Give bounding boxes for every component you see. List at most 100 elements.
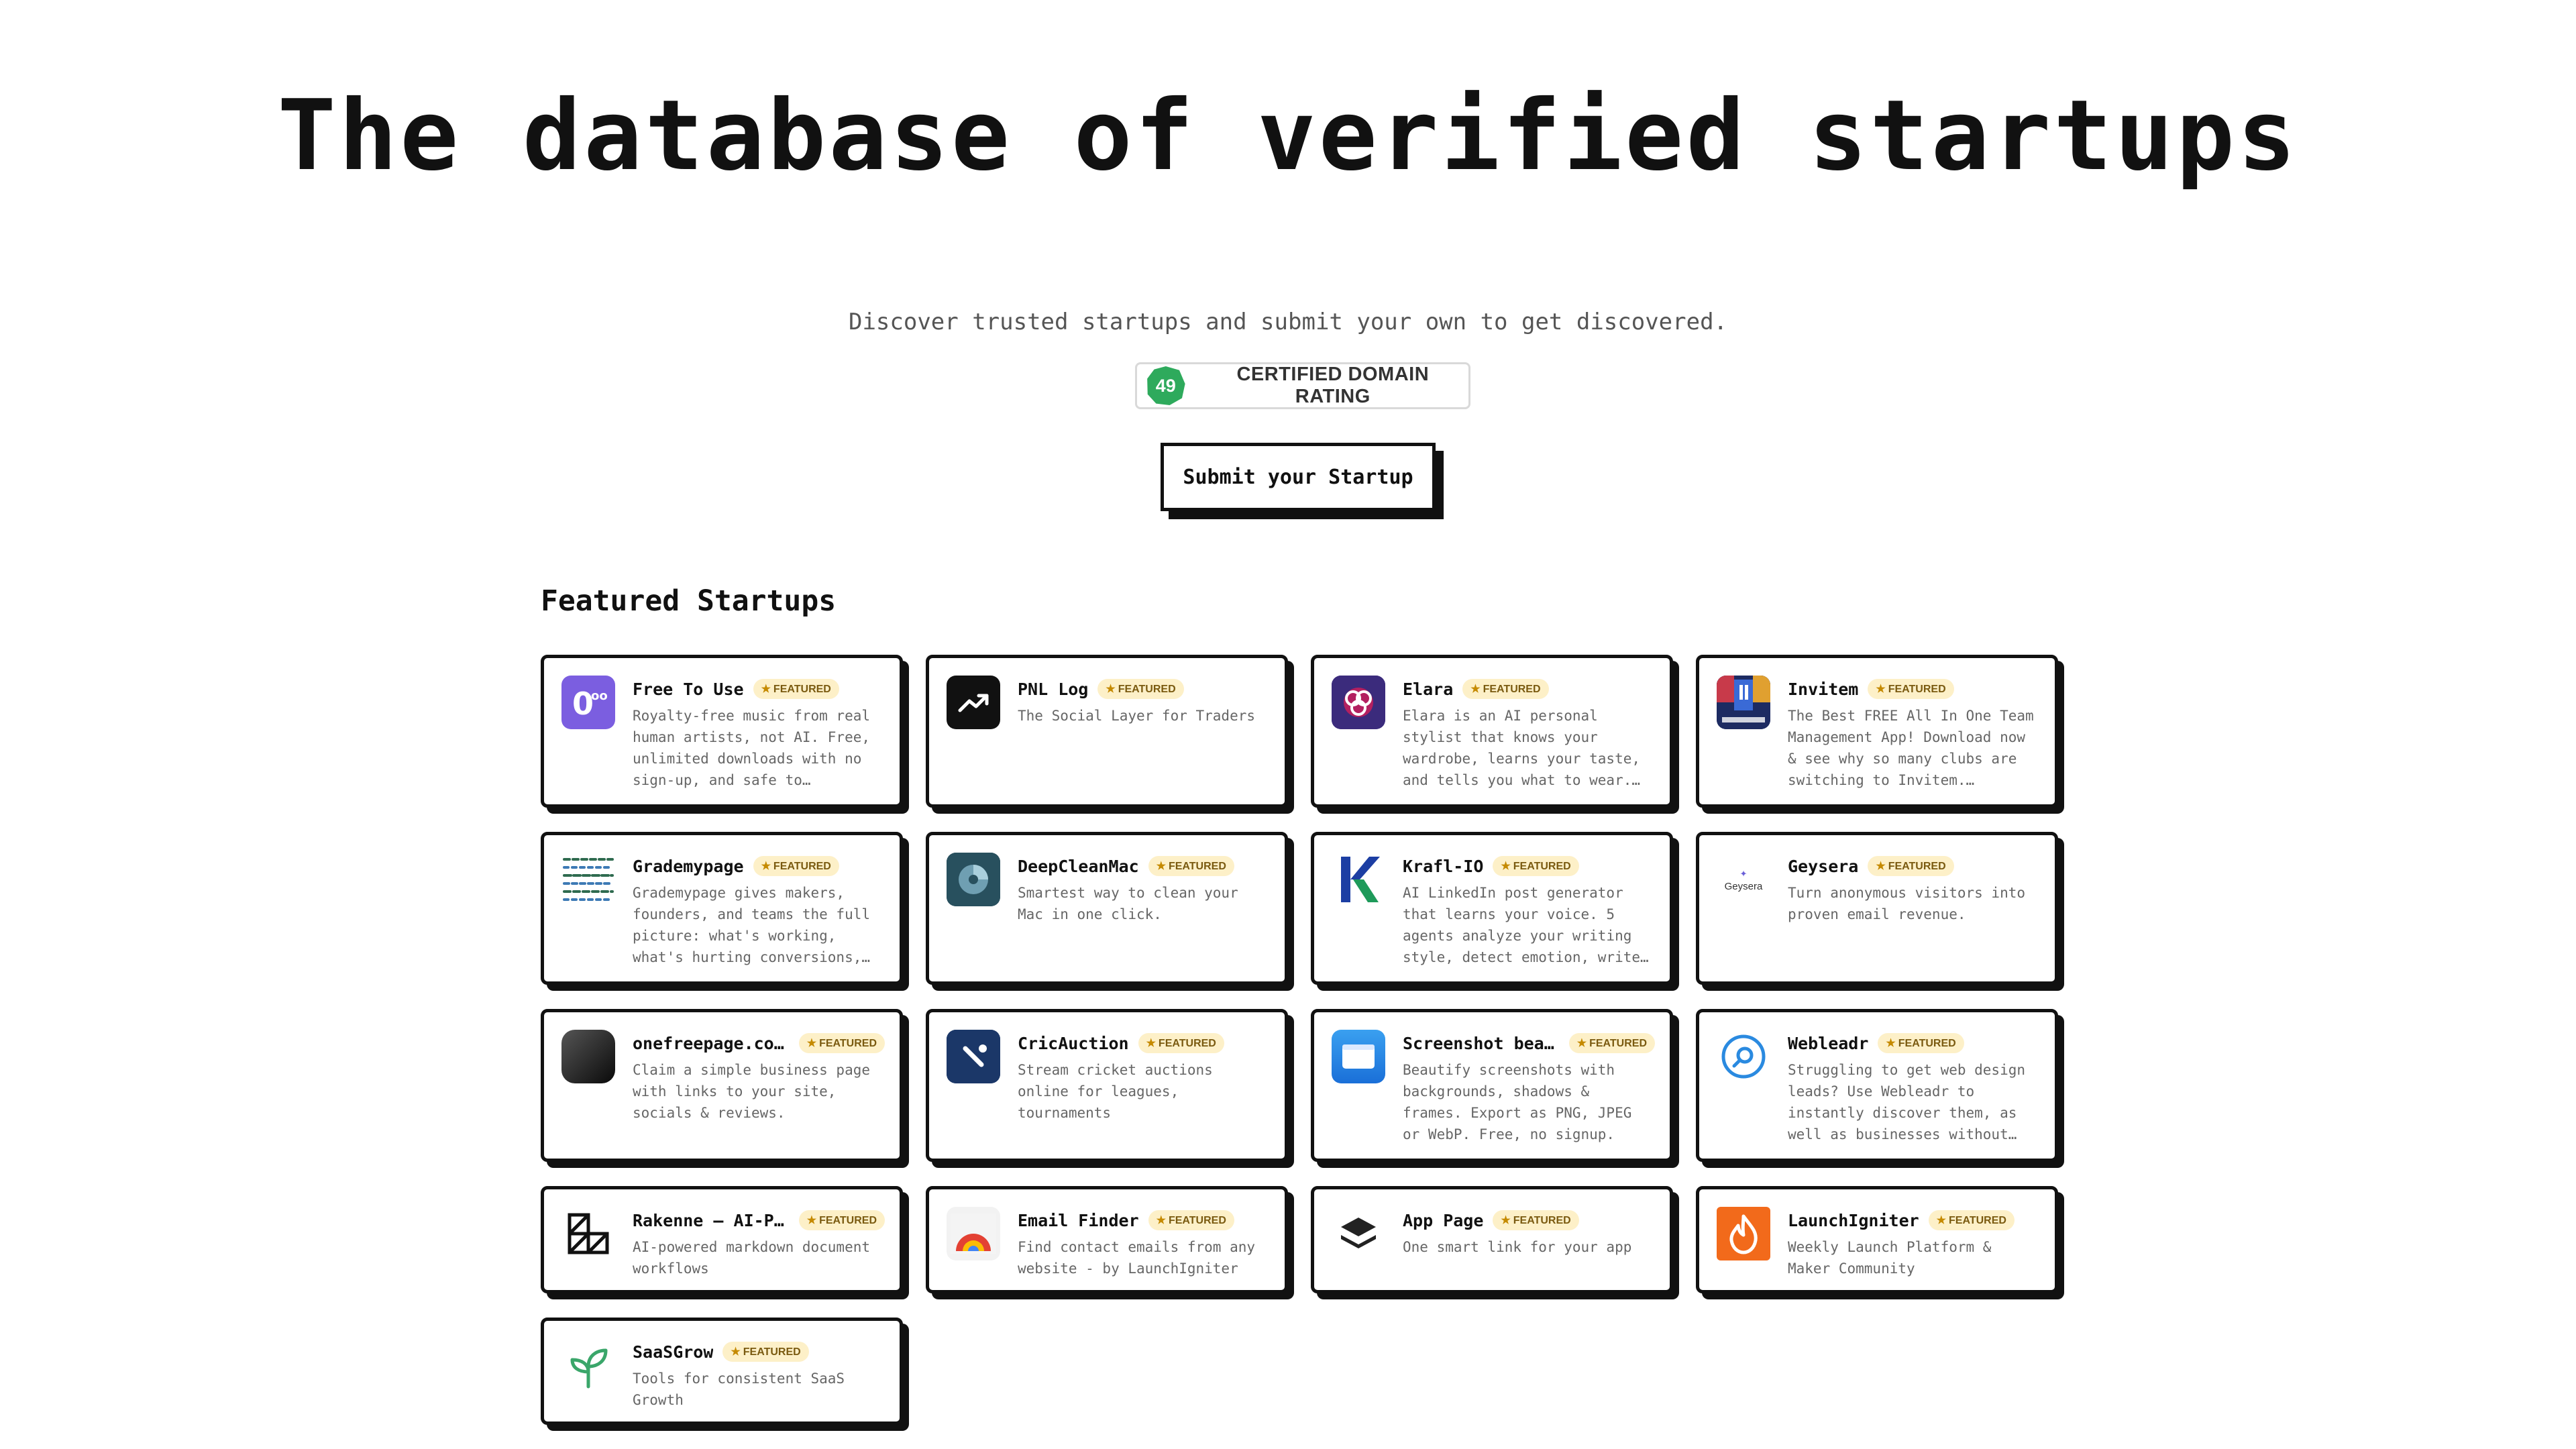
star-icon: ★ <box>1936 1215 1947 1226</box>
startup-card[interactable]: onefreepage.com® ★ FEATURED Claim a simpl… <box>541 1009 903 1162</box>
startup-card[interactable]: SaaSGrow ★ FEATURED Tools for consistent … <box>541 1318 903 1425</box>
featured-label: FEATURED <box>773 861 831 872</box>
featured-badge: ★ FEATURED <box>1568 1033 1655 1053</box>
startup-card[interactable]: Webleadr ★ FEATURED Struggling to get web… <box>1696 1009 2058 1162</box>
startup-description: Turn anonymous visitors into proven emai… <box>1788 885 2026 922</box>
trend-up-icon <box>947 676 1000 729</box>
startup-description: Weekly Launch Platform & Maker Community <box>1788 1239 1992 1277</box>
star-icon: ★ <box>1470 684 1481 695</box>
featured-label: FEATURED <box>743 1346 801 1358</box>
startup-card[interactable]: Grademypage ★ FEATURED Grademypage gives … <box>541 832 903 985</box>
featured-label: FEATURED <box>1168 1215 1226 1226</box>
geysera-logo-icon: ✦ Geysera <box>1717 853 1770 906</box>
star-icon: ★ <box>1576 1038 1587 1049</box>
sparkle-icon: ✦ <box>1739 865 1748 880</box>
featured-badge: ★ FEATURED <box>1878 1033 1964 1053</box>
startup-name[interactable]: CricAuction <box>1018 1034 1129 1053</box>
startup-description: The Social Layer for Traders <box>1018 708 1256 724</box>
screenshot-window-icon <box>1332 1030 1385 1083</box>
startup-name[interactable]: Elara <box>1403 680 1453 699</box>
startup-name[interactable]: Free To Use <box>633 680 744 699</box>
startup-card[interactable]: Elara ★ FEATURED Elara is an AI personal … <box>1311 655 1673 808</box>
invitem-logo-icon <box>1717 676 1770 729</box>
startup-name[interactable]: Geysera <box>1788 857 1858 876</box>
startup-description: Find contact emails from any website - b… <box>1018 1239 1256 1277</box>
featured-badge: ★ FEATURED <box>1097 679 1184 699</box>
startup-name[interactable]: Screenshot beau… <box>1403 1034 1560 1053</box>
star-icon: ★ <box>1146 1038 1156 1049</box>
star-icon: ★ <box>1501 861 1511 872</box>
startup-name[interactable]: PNL Log <box>1018 680 1088 699</box>
svg-text:oo: oo <box>591 689 608 703</box>
startup-description: AI-powered markdown document workflows <box>633 1239 871 1277</box>
deepcleanmac-logo-icon <box>947 853 1000 906</box>
startup-card[interactable]: LaunchIgniter ★ FEATURED Weekly Launch Pl… <box>1696 1186 2058 1293</box>
featured-badge: ★ FEATURED <box>1868 679 1954 699</box>
startup-name[interactable]: Webleadr <box>1788 1034 1868 1053</box>
startup-card[interactable]: 0 oo Free To Use ★ FEATURED Royalty-free … <box>541 655 903 808</box>
featured-badge: ★ FEATURED <box>1148 1210 1234 1230</box>
startup-card[interactable]: PNL Log ★ FEATURED The Social Layer for T… <box>926 655 1288 808</box>
krafl-logo-icon <box>1332 853 1385 906</box>
submit-startup-button[interactable]: Submit your Startup <box>1161 443 1436 511</box>
domain-rating-badge[interactable]: 49 CERTIFIED DOMAIN RATING <box>1135 362 1470 409</box>
featured-label: FEATURED <box>773 684 831 695</box>
startup-name[interactable]: Krafl-IO <box>1403 857 1483 876</box>
startup-card[interactable]: Rakenne – AI-Po… ★ FEATURED AI-powered ma… <box>541 1186 903 1293</box>
featured-badge: ★ FEATURED <box>1138 1033 1224 1053</box>
music-note-icon: 0 oo <box>561 676 615 729</box>
featured-label: FEATURED <box>1888 861 1946 872</box>
geysera-logo-text: Geysera <box>1724 880 1763 892</box>
featured-badge: ★ FEATURED <box>1493 856 1579 876</box>
featured-startups-grid: 0 oo Free To Use ★ FEATURED Royalty-free … <box>541 655 2070 1425</box>
startup-name[interactable]: LaunchIgniter <box>1788 1211 1919 1230</box>
featured-badge: ★ FEATURED <box>1462 679 1549 699</box>
featured-label: FEATURED <box>1513 861 1571 872</box>
startup-name[interactable]: SaaSGrow <box>633 1342 713 1362</box>
star-icon: ★ <box>1886 1038 1896 1049</box>
startup-card[interactable]: ✦ Geysera Geysera ★ FEATURED Turn anonymo… <box>1696 832 2058 985</box>
featured-badge: ★ FEATURED <box>798 1210 885 1230</box>
featured-label: FEATURED <box>1589 1038 1647 1049</box>
page-title: The database of verified startups <box>277 79 2299 193</box>
star-icon: ★ <box>1106 684 1116 695</box>
startup-card[interactable]: App Page ★ FEATURED One smart link for yo… <box>1311 1186 1673 1293</box>
featured-section-title: Featured Startups <box>541 584 837 618</box>
startup-description: The Best FREE All In One Team Management… <box>1788 708 2034 788</box>
star-icon: ★ <box>806 1038 817 1049</box>
onefreepage-logo-icon <box>561 1030 615 1083</box>
startup-name[interactable]: Grademypage <box>633 857 744 876</box>
startup-name[interactable]: onefreepage.com® <box>633 1034 790 1053</box>
featured-badge: ★ FEATURED <box>722 1342 809 1362</box>
startup-card[interactable]: Invitem ★ FEATURED The Best FREE All In O… <box>1696 655 2058 808</box>
page-subtitle: Discover trusted startups and submit you… <box>848 309 1728 335</box>
startup-card[interactable]: Screenshot beau… ★ FEATURED Beautify scre… <box>1311 1009 1673 1162</box>
startup-name[interactable]: App Page <box>1403 1211 1483 1230</box>
star-icon: ★ <box>1876 684 1886 695</box>
featured-label: FEATURED <box>1513 1215 1571 1226</box>
featured-label: FEATURED <box>1483 684 1541 695</box>
startup-card[interactable]: CricAuction ★ FEATURED Stream cricket auc… <box>926 1009 1288 1162</box>
startup-description: Elara is an AI personal stylist that kno… <box>1403 708 1641 788</box>
startup-description: Royalty-free music from real human artis… <box>633 708 871 788</box>
elara-logo-icon <box>1332 676 1385 729</box>
startup-name[interactable]: Email Finder <box>1018 1211 1139 1230</box>
star-icon: ★ <box>761 684 771 695</box>
startup-description: Stream cricket auctions online for leagu… <box>1018 1062 1213 1121</box>
grademypage-logo-icon <box>561 853 615 906</box>
startup-name[interactable]: Rakenne – AI-Po… <box>633 1211 790 1230</box>
startup-description: One smart link for your app <box>1403 1239 1632 1255</box>
domain-rating-score: 49 <box>1147 366 1185 405</box>
startup-card[interactable]: Krafl-IO ★ FEATURED AI LinkedIn post gene… <box>1311 832 1673 985</box>
star-icon: ★ <box>806 1215 817 1226</box>
featured-label: FEATURED <box>1168 861 1226 872</box>
startup-name[interactable]: Invitem <box>1788 680 1858 699</box>
featured-badge: ★ FEATURED <box>1148 856 1234 876</box>
featured-badge: ★ FEATURED <box>1493 1210 1579 1230</box>
startup-name[interactable]: DeepCleanMac <box>1018 857 1139 876</box>
email-finder-logo-icon <box>947 1207 1000 1260</box>
startup-description: Beautify screenshots with backgrounds, s… <box>1403 1062 1632 1142</box>
startup-card[interactable]: DeepCleanMac ★ FEATURED Smartest way to c… <box>926 832 1288 985</box>
startup-card[interactable]: Email Finder ★ FEATURED Find contact emai… <box>926 1186 1288 1293</box>
startup-description: Struggling to get web design leads? Use … <box>1788 1062 2026 1142</box>
